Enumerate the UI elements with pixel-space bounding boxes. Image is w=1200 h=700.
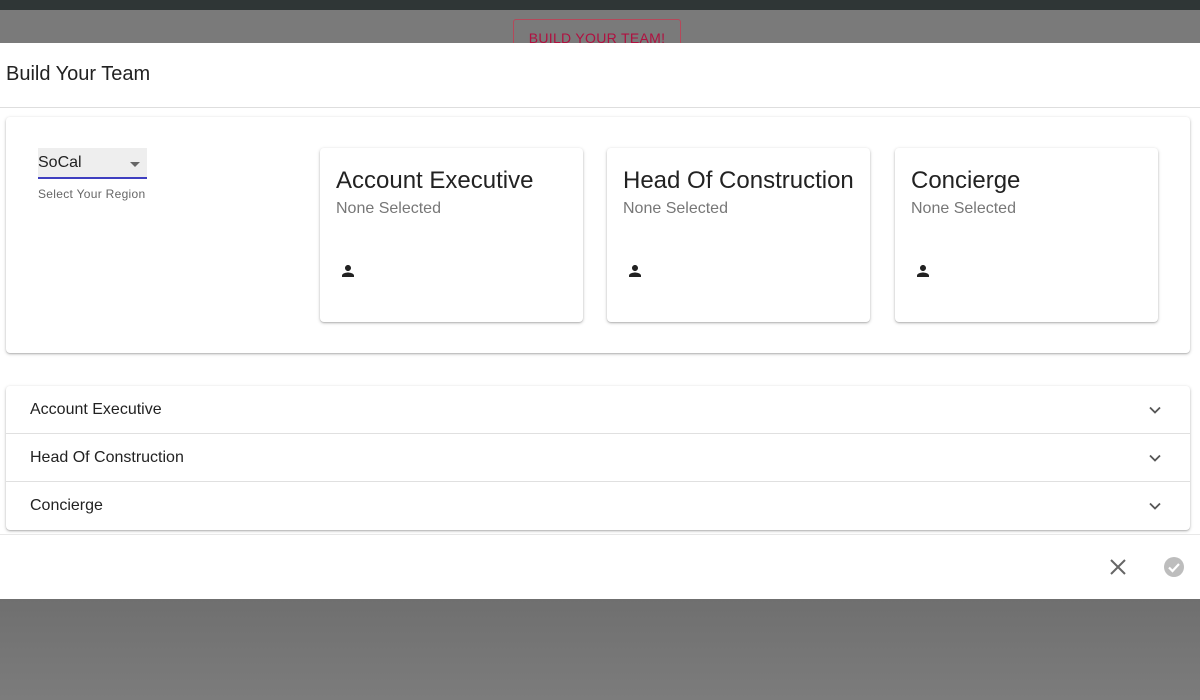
region-helper-text: Select Your Region <box>38 187 146 201</box>
accordion-account-executive[interactable]: Account Executive <box>6 386 1190 434</box>
app-top-bar <box>0 0 1200 10</box>
build-team-dialog: Build Your Team SoCal Select Your Region… <box>0 43 1200 599</box>
role-card-concierge[interactable]: Concierge None Selected <box>895 148 1158 322</box>
role-title: Concierge <box>911 167 1021 194</box>
dropdown-arrow-icon <box>130 162 140 167</box>
divider <box>0 534 1200 535</box>
region-select-value: SoCal <box>38 154 82 171</box>
check-circle-icon[interactable] <box>1162 555 1186 579</box>
role-status: None Selected <box>336 200 441 217</box>
chevron-down-icon <box>1149 406 1161 414</box>
divider <box>0 107 1200 108</box>
role-status: None Selected <box>911 200 1016 217</box>
accordion-label: Head Of Construction <box>30 449 184 466</box>
close-icon[interactable] <box>1106 555 1130 579</box>
chevron-down-icon <box>1149 502 1161 510</box>
accordion-label: Concierge <box>30 497 103 514</box>
region-select[interactable]: SoCal <box>38 148 147 179</box>
role-card-account-executive[interactable]: Account Executive None Selected <box>320 148 583 322</box>
person-icon <box>629 265 641 277</box>
role-title: Head Of Construction <box>623 167 854 194</box>
accordion-label: Account Executive <box>30 401 162 418</box>
accordion-concierge[interactable]: Concierge <box>6 482 1190 530</box>
accordion-head-of-construction[interactable]: Head Of Construction <box>6 434 1190 482</box>
team-panel: SoCal Select Your Region Account Executi… <box>6 117 1190 353</box>
dialog-title: Build Your Team <box>6 63 151 85</box>
person-icon <box>342 265 354 277</box>
chevron-down-icon <box>1149 454 1161 462</box>
role-title: Account Executive <box>336 167 534 194</box>
role-card-head-of-construction[interactable]: Head Of Construction None Selected <box>607 148 870 322</box>
person-icon <box>917 265 929 277</box>
role-status: None Selected <box>623 200 728 217</box>
modal-backdrop <box>0 599 1200 700</box>
role-accordion: Account Executive Head Of Construction C… <box>6 386 1190 530</box>
